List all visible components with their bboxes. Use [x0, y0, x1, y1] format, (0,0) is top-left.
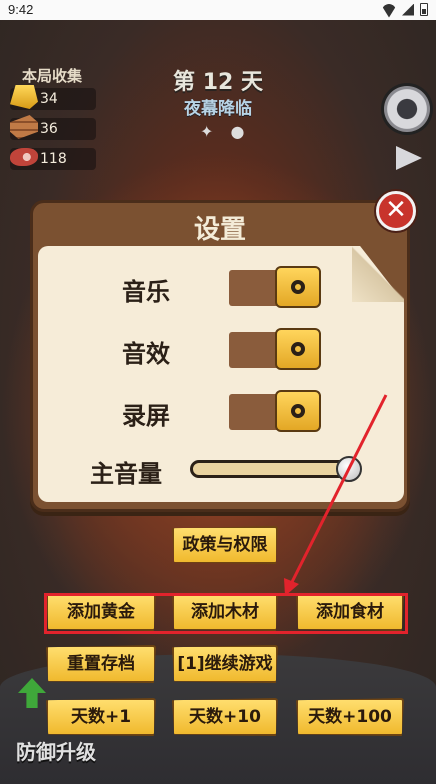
- days-plus-100-button[interactable]: 天数+100: [296, 698, 404, 736]
- days-plus-10-button[interactable]: 天数+10: [172, 698, 278, 736]
- defense-upgrade-label[interactable]: 防御升级: [16, 736, 96, 765]
- days-plus-1-button[interactable]: 天数+1: [46, 698, 156, 736]
- reset-save-button[interactable]: 重置存档: [46, 645, 156, 683]
- continue-game-button[interactable]: [1]继续游戏: [172, 645, 278, 683]
